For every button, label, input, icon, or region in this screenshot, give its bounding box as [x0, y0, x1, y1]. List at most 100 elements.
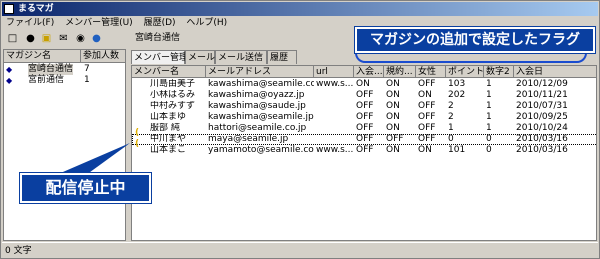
cell-join-date: 2010/03/16: [516, 145, 568, 155]
col-magazine-name[interactable]: マガジン名: [6, 50, 51, 63]
cell-points: 0: [448, 134, 454, 144]
magazine-name: 宮崎台通信: [28, 64, 74, 75]
cell-url: www.s...: [316, 79, 354, 89]
magazine-list-header: マガジン名 参加人数: [4, 50, 125, 63]
tab-history[interactable]: 履歴: [267, 50, 297, 64]
col-terms[interactable]: 規約...: [384, 66, 416, 78]
cell-join-date: 2010/10/24: [516, 123, 568, 133]
cell-member-name: 山本まゆ: [150, 112, 187, 122]
new-doc-icon[interactable]: □: [6, 32, 19, 45]
cell-member-name: 中川まや: [150, 134, 187, 144]
cell-terms: ON: [386, 123, 400, 133]
cell-terms: ON: [386, 90, 400, 100]
cell-points: 202: [448, 90, 466, 100]
menu-help[interactable]: ヘルプ(H): [182, 16, 231, 30]
magazine-icon: ◆: [6, 65, 13, 74]
cell-number2: 0: [486, 134, 492, 144]
cell-email: maya@seamile.jp: [208, 134, 289, 144]
cell-member-name: 小林はるみ: [150, 90, 196, 100]
cell-female: OFF: [418, 79, 436, 89]
cell-join-date: 2010/11/21: [516, 90, 568, 100]
col-join[interactable]: 入会...: [354, 66, 384, 78]
window-title: まるマガ: [18, 4, 54, 14]
cell-points: 1: [448, 123, 454, 133]
table-row[interactable]: 山本まこ yamamoto@seamile.com www.s... OFF ON ON 1…: [132, 145, 596, 156]
magazine-row[interactable]: ◆ 宮前通信 1: [4, 75, 125, 86]
status-bar: 0 文字: [2, 242, 598, 258]
paused-marker-icon: (: [135, 139, 140, 149]
magazine-count: 1: [84, 75, 90, 85]
cell-number2: 1: [486, 90, 492, 100]
cell-join: ON: [356, 79, 370, 89]
col-points[interactable]: ポイント: [446, 66, 484, 78]
cell-email: kawashima@oyazz.jp: [208, 90, 305, 100]
cell-points: 2: [448, 101, 454, 111]
menu-member-management[interactable]: メンバー管理(U): [61, 16, 137, 30]
cell-female: OFF: [418, 101, 436, 111]
cell-female: OFF: [418, 112, 436, 122]
table-row[interactable]: 小林はるみ kawashima@oyazz.jp OFF ON ON 202 1 2010/1…: [132, 90, 596, 101]
cell-email: kawashima@seamile.co.jp: [208, 79, 314, 89]
cell-female: ON: [418, 145, 432, 155]
col-email[interactable]: メールアドレス: [206, 66, 314, 78]
cell-member-name: 服部 純: [150, 123, 180, 133]
table-row[interactable]: 中村みすず kawashima@saude.jp OFF ON OFF 2 1 2010/07…: [132, 101, 596, 112]
cell-email: yamamoto@seamile.com: [208, 145, 314, 155]
title-bar: まるマガ: [2, 2, 598, 16]
col-number2[interactable]: 数字2: [484, 66, 514, 78]
cell-points: 101: [448, 145, 466, 155]
cell-female: OFF: [418, 123, 436, 133]
cell-points: 2: [448, 112, 454, 122]
flag-brace: [355, 53, 587, 63]
paused-marker-icon: (: [135, 128, 140, 138]
col-member-name[interactable]: メンバー名: [132, 66, 206, 78]
table-row[interactable]: 中川まや maya@seamile.jp OFF OFF OFF 0 0 2010/03/16: [132, 134, 596, 145]
magazine-name: 宮前通信: [28, 75, 65, 85]
col-female[interactable]: 女性: [416, 66, 446, 78]
cell-email: kawashima@saude.jp: [208, 101, 306, 111]
cell-join: OFF: [356, 134, 374, 144]
folder-icon[interactable]: ▣: [40, 32, 53, 45]
cell-join-date: 2010/09/25: [516, 112, 568, 122]
tab-mail-send[interactable]: メール送信: [215, 50, 267, 64]
cell-join: OFF: [356, 123, 374, 133]
cell-points: 103: [448, 79, 466, 89]
cell-join: OFF: [356, 145, 374, 155]
cell-number2: 1: [486, 79, 492, 89]
table-row[interactable]: 川島由美子kawashima@seamile.co.jpwww.s...ONON…: [132, 79, 596, 90]
binoculars-icon[interactable]: ◉: [74, 32, 87, 45]
cell-email: kawashima@seamile.jp: [208, 112, 314, 122]
cell-join-date: 2010/03/16: [516, 134, 568, 144]
callout-pointer: [56, 143, 130, 175]
app-window: まるマガ ファイル(F) メンバー管理(U) 履歴(D) ヘルプ(H) □ ● …: [0, 0, 600, 259]
magazine-count: 7: [84, 64, 90, 74]
cell-terms: ON: [386, 145, 400, 155]
cell-email: hattori@seamile.co.jp: [208, 123, 307, 133]
channel-label: 宮崎台通信: [135, 33, 181, 43]
cell-terms: ON: [386, 101, 400, 111]
tab-member-management[interactable]: メンバー管理: [131, 50, 188, 64]
table-row[interactable]: 山本まゆ kawashima@seamile.jp OFF ON OFF 2 1 2010/0…: [132, 112, 596, 123]
table-row[interactable]: 服部 純 hattori@seamile.co.jp OFF ON OFF 1 1 2010/…: [132, 123, 596, 134]
cell-join: OFF: [356, 90, 374, 100]
grid-header: メンバー名 メールアドレス url 入会... 規約... 女性 ポイント 数字…: [132, 66, 596, 78]
col-join-date[interactable]: 入会日: [514, 66, 596, 78]
stopped-callout: 配信停止中: [20, 173, 151, 203]
magazine-row[interactable]: ◆ 宮崎台通信 7: [4, 64, 125, 75]
cell-url: www.s...: [316, 145, 354, 155]
globe-icon[interactable]: ●: [90, 32, 103, 45]
mail-icon[interactable]: ✉: [57, 32, 70, 45]
cell-terms: ON: [386, 79, 400, 89]
menu-history[interactable]: 履歴(D): [140, 16, 180, 30]
col-url[interactable]: url: [314, 66, 354, 78]
cell-number2: 0: [486, 145, 492, 155]
magazine-icon: ◆: [6, 76, 13, 85]
cell-member-name: 中村みすず: [150, 101, 196, 111]
col-member-count[interactable]: 参加人数: [80, 50, 119, 63]
cell-join: OFF: [356, 112, 374, 122]
status-text: 0 文字: [5, 246, 32, 256]
tab-mail[interactable]: メール: [185, 50, 215, 64]
cell-number2: 1: [486, 123, 492, 133]
members-icon[interactable]: ●: [24, 32, 37, 45]
menu-file[interactable]: ファイル(F): [2, 16, 58, 30]
